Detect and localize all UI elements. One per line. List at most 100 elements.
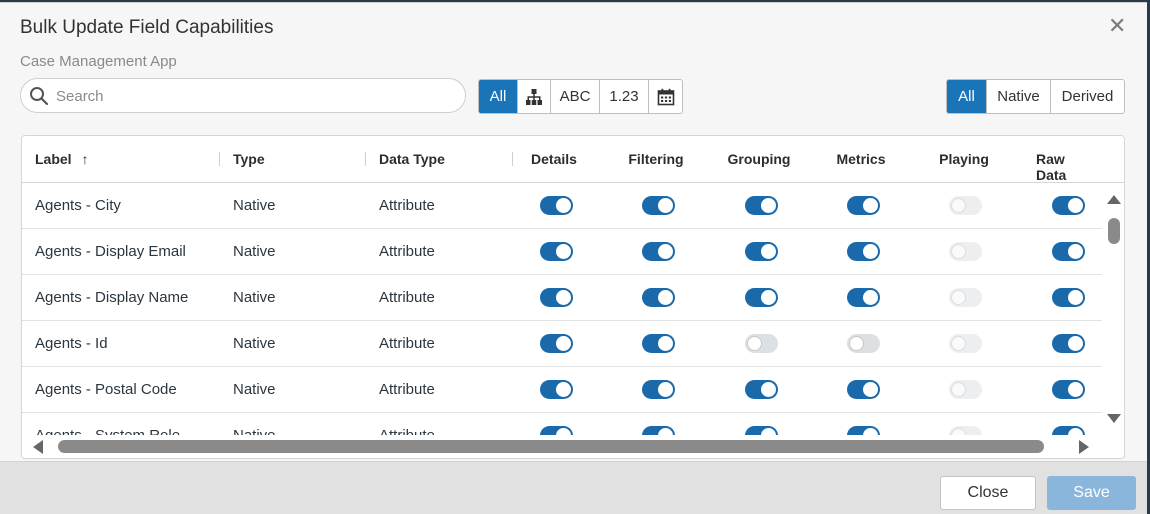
toggle-knob xyxy=(658,244,673,259)
cell-type: Native xyxy=(233,243,276,260)
toggle-filtering[interactable] xyxy=(642,196,675,215)
source-filter-native-button[interactable]: Native xyxy=(986,80,1050,113)
toggle-raw-data[interactable] xyxy=(1052,426,1085,435)
toggle-knob xyxy=(761,290,776,305)
horizontal-scrollbar[interactable] xyxy=(22,435,1104,458)
toggle-knob xyxy=(1068,198,1083,213)
toggle-knob xyxy=(863,198,878,213)
close-button[interactable]: Close xyxy=(940,476,1036,510)
toggle-knob xyxy=(556,382,571,397)
toggle-details[interactable] xyxy=(540,426,573,435)
toggle-knob xyxy=(761,198,776,213)
table-header: Label ↑ Type Data Type Details Filtering… xyxy=(22,136,1124,183)
scroll-left-icon[interactable] xyxy=(33,440,43,454)
type-filter-date-button[interactable] xyxy=(648,80,682,113)
toggle-raw-data[interactable] xyxy=(1052,288,1085,307)
toggle-knob xyxy=(658,336,673,351)
toggle-metrics[interactable] xyxy=(847,196,880,215)
cell-data-type: Attribute xyxy=(379,197,435,214)
toggle-metrics[interactable] xyxy=(847,380,880,399)
horizontal-scroll-thumb[interactable] xyxy=(58,440,1044,453)
cell-type: Native xyxy=(233,335,276,352)
toggle-metrics[interactable] xyxy=(847,334,880,353)
search-input[interactable] xyxy=(56,86,456,106)
type-filter-hierarchy-button[interactable] xyxy=(517,80,550,113)
column-separator xyxy=(219,152,220,166)
toggle-playing xyxy=(949,426,982,435)
toggle-filtering[interactable] xyxy=(642,242,675,261)
fields-table: Label ↑ Type Data Type Details Filtering… xyxy=(21,135,1125,459)
vertical-scrollbar[interactable] xyxy=(1104,183,1124,435)
save-button[interactable]: Save xyxy=(1047,476,1136,510)
toggle-knob xyxy=(951,382,966,397)
toggle-raw-data[interactable] xyxy=(1052,242,1085,261)
column-header-raw-data[interactable]: Raw Data xyxy=(1036,151,1096,183)
toggle-knob xyxy=(1068,382,1083,397)
type-filter-text-button[interactable]: ABC xyxy=(550,80,599,113)
toggle-knob xyxy=(849,336,864,351)
table-row: Agents - City Native Attribute xyxy=(22,183,1102,229)
toggle-knob xyxy=(556,290,571,305)
column-header-grouping[interactable]: Grouping xyxy=(728,151,791,167)
column-header-data-type[interactable]: Data Type xyxy=(379,151,445,167)
toggle-knob xyxy=(556,336,571,351)
table-row: Agents - Id Native Attribute xyxy=(22,321,1102,367)
table-row: Agents - Display Email Native Attribute xyxy=(22,229,1102,275)
scroll-up-icon[interactable] xyxy=(1107,195,1121,204)
toggle-filtering[interactable] xyxy=(642,334,675,353)
table-row: Agents - System Role Native Attribute xyxy=(22,413,1102,435)
source-filter-derived-button[interactable]: Derived xyxy=(1050,80,1124,113)
column-header-type[interactable]: Type xyxy=(233,151,265,167)
search-box[interactable] xyxy=(20,78,466,113)
column-header-metrics[interactable]: Metrics xyxy=(836,151,885,167)
toggle-metrics[interactable] xyxy=(847,288,880,307)
cell-label: Agents - Postal Code xyxy=(35,381,177,398)
type-filter-all-button[interactable]: All xyxy=(479,80,517,113)
cell-data-type: Attribute xyxy=(379,427,435,435)
vertical-scroll-thumb[interactable] xyxy=(1108,218,1120,244)
toggle-filtering[interactable] xyxy=(642,426,675,435)
toggle-metrics[interactable] xyxy=(847,426,880,435)
type-filter-all-label: All xyxy=(489,88,507,105)
toggle-playing xyxy=(949,380,982,399)
toggle-details[interactable] xyxy=(540,288,573,307)
toggle-filtering[interactable] xyxy=(642,380,675,399)
toggle-grouping[interactable] xyxy=(745,380,778,399)
toggle-grouping[interactable] xyxy=(745,334,778,353)
toggle-knob xyxy=(1068,244,1083,259)
toggle-grouping[interactable] xyxy=(745,288,778,307)
dialog-title: Bulk Update Field Capabilities xyxy=(20,17,274,38)
scroll-right-icon[interactable] xyxy=(1079,440,1089,454)
toggle-details[interactable] xyxy=(540,334,573,353)
toggle-playing xyxy=(949,196,982,215)
source-filter-all-button[interactable]: All xyxy=(947,80,986,113)
table-row: Agents - Postal Code Native Attribute xyxy=(22,367,1102,413)
column-header-playing[interactable]: Playing xyxy=(939,151,989,167)
column-header-label[interactable]: Label ↑ xyxy=(35,151,88,167)
toggle-metrics[interactable] xyxy=(847,242,880,261)
cell-type: Native xyxy=(233,381,276,398)
scroll-down-icon[interactable] xyxy=(1107,414,1121,423)
toggle-grouping[interactable] xyxy=(745,196,778,215)
toggle-grouping[interactable] xyxy=(745,426,778,435)
cell-data-type: Attribute xyxy=(379,243,435,260)
toggle-knob xyxy=(761,382,776,397)
toggle-raw-data[interactable] xyxy=(1052,196,1085,215)
toggle-details[interactable] xyxy=(540,242,573,261)
column-header-filtering[interactable]: Filtering xyxy=(628,151,683,167)
column-header-details[interactable]: Details xyxy=(531,151,577,167)
toggle-filtering[interactable] xyxy=(642,288,675,307)
close-icon[interactable]: ✕ xyxy=(1108,15,1126,37)
toggle-details[interactable] xyxy=(540,380,573,399)
toggle-raw-data[interactable] xyxy=(1052,334,1085,353)
toggle-playing xyxy=(949,242,982,261)
toggle-raw-data[interactable] xyxy=(1052,380,1085,399)
toggle-details[interactable] xyxy=(540,196,573,215)
toggle-grouping[interactable] xyxy=(745,242,778,261)
toggle-knob xyxy=(863,382,878,397)
dialog-footer: Close Save xyxy=(0,461,1147,514)
source-filter-all-label: All xyxy=(958,88,975,105)
type-filter-number-button[interactable]: 1.23 xyxy=(599,80,648,113)
toggle-knob xyxy=(658,290,673,305)
source-filter-group: All Native Derived xyxy=(946,79,1125,114)
